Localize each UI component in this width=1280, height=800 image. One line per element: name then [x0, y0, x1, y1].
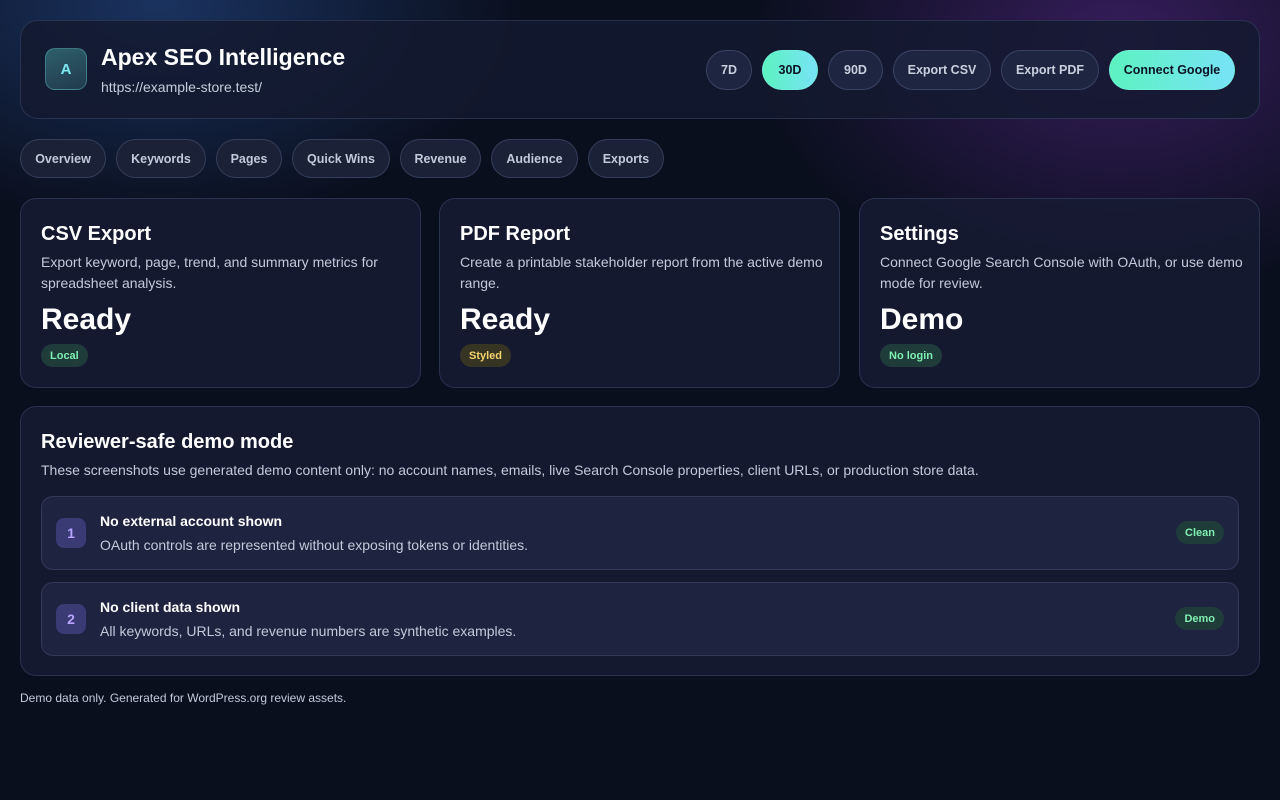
range-30d-button[interactable]: 30D — [762, 50, 818, 90]
pdf-report-card: PDF Report Create a printable stakeholde… — [439, 198, 840, 388]
footer-note: Demo data only. Generated for WordPress.… — [20, 691, 347, 705]
card-value: Ready — [41, 303, 132, 336]
list-item: 1 No external account shown OAuth contro… — [41, 496, 1239, 570]
connect-google-button[interactable]: Connect Google — [1109, 50, 1235, 90]
export-pdf-button[interactable]: Export PDF — [1001, 50, 1099, 90]
tab-overview[interactable]: Overview — [20, 139, 106, 178]
list-item-description: All keywords, URLs, and revenue numbers … — [100, 623, 517, 639]
tab-pages[interactable]: Pages — [216, 139, 282, 178]
range-90d-button[interactable]: 90D — [828, 50, 883, 90]
settings-card: Settings Connect Google Search Console w… — [859, 198, 1260, 388]
panel-title: Reviewer-safe demo mode — [41, 431, 294, 453]
card-description: Connect Google Search Console with OAuth… — [880, 254, 1243, 291]
export-csv-button[interactable]: Export CSV — [893, 50, 991, 90]
tab-audience[interactable]: Audience — [491, 139, 578, 178]
tab-quick-wins[interactable]: Quick Wins — [292, 139, 390, 178]
csv-export-card: CSV Export Export keyword, page, trend, … — [20, 198, 421, 388]
step-number: 2 — [56, 604, 86, 634]
panel-description: These screenshots use generated demo con… — [41, 462, 979, 478]
step-number: 1 — [56, 518, 86, 548]
list-item-title: No external account shown — [100, 513, 283, 529]
status-badge: Local — [41, 344, 88, 367]
card-title: CSV Export — [41, 223, 152, 245]
status-badge: No login — [880, 344, 942, 367]
list-item-description: OAuth controls are represented without e… — [100, 537, 529, 553]
app-logo: A — [45, 48, 87, 90]
status-badge: Demo — [1175, 607, 1224, 630]
range-7d-button[interactable]: 7D — [706, 50, 752, 90]
list-item: 2 No client data shown All keywords, URL… — [41, 582, 1239, 656]
card-value: Ready — [460, 303, 551, 336]
site-url: https://example-store.test/ — [101, 79, 263, 95]
app-title: Apex SEO Intelligence — [101, 44, 346, 70]
tab-exports[interactable]: Exports — [588, 139, 664, 178]
tab-revenue[interactable]: Revenue — [400, 139, 481, 178]
app-header: A Apex SEO Intelligence https://example-… — [20, 20, 1260, 119]
card-value: Demo — [880, 303, 964, 336]
demo-mode-panel: Reviewer-safe demo mode These screenshot… — [20, 406, 1260, 676]
card-title: PDF Report — [460, 223, 570, 245]
card-title: Settings — [880, 223, 959, 245]
list-item-title: No client data shown — [100, 599, 241, 615]
card-description: Export keyword, page, trend, and summary… — [41, 254, 378, 291]
tab-keywords[interactable]: Keywords — [116, 139, 206, 178]
card-description: Create a printable stakeholder report fr… — [460, 254, 823, 291]
status-badge: Clean — [1176, 521, 1224, 544]
status-badge: Styled — [460, 344, 512, 367]
